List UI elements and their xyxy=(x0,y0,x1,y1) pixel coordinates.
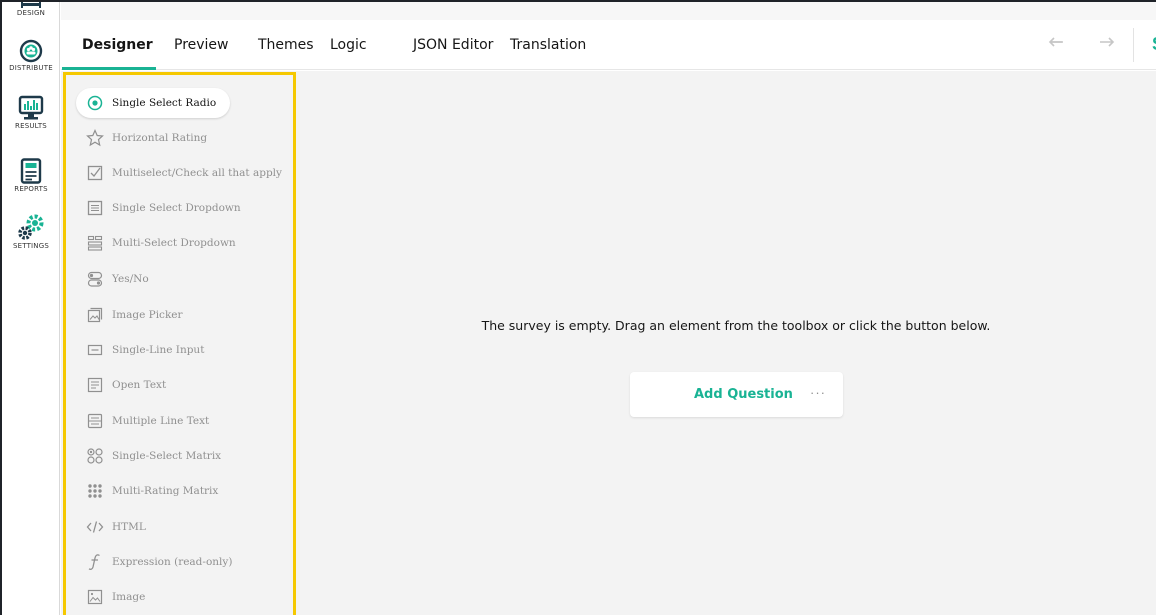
reports-icon xyxy=(20,158,42,184)
comment-icon xyxy=(86,376,104,394)
image-icon xyxy=(86,588,104,606)
tab-themes[interactable]: Themes xyxy=(258,20,314,70)
toolbox-item-label: Multiple Line Text xyxy=(112,415,210,427)
toolbox-item-label: Multi-Rating Matrix xyxy=(112,485,219,497)
toolbox-item-yes-no[interactable]: Yes/No xyxy=(76,264,149,294)
toolbox-item-label: Image Picker xyxy=(112,309,183,321)
toolbar-separator xyxy=(1133,28,1134,62)
toolbox-item-label: Single Select Dropdown xyxy=(112,202,241,214)
toolbox-item-open-text[interactable]: Open Text xyxy=(76,370,166,400)
toolbox-item-single-line-input[interactable]: Single-Line Input xyxy=(76,335,204,365)
radio-icon xyxy=(86,94,104,112)
nav-item-design[interactable]: DESIGN xyxy=(2,2,60,17)
tagbox-icon xyxy=(86,234,104,252)
tab-designer[interactable]: Designer xyxy=(82,20,153,70)
add-question-panel: Add Question ··· xyxy=(630,372,843,417)
nav-label-results: RESULTS xyxy=(15,122,47,130)
more-options-button[interactable]: ··· xyxy=(810,372,826,414)
toggle-icon xyxy=(86,270,104,288)
toolbox-item-single-select-dropdown[interactable]: Single Select Dropdown xyxy=(76,193,241,223)
multiple-text-icon xyxy=(86,412,104,430)
image-picker-icon xyxy=(86,306,104,324)
toolbox-item-multi-select-dropdown[interactable]: Multi-Select Dropdown xyxy=(76,228,236,258)
app-navigation: DESIGN DISTRIBUTE RESULTS REPORTS SETTIN… xyxy=(2,2,60,615)
nav-item-distribute[interactable]: DISTRIBUTE xyxy=(2,39,60,72)
toolbox-item-label: Single-Select Matrix xyxy=(112,450,222,462)
nav-item-results[interactable]: RESULTS xyxy=(2,95,60,130)
toolbox-item-horizontal-rating[interactable]: Horizontal Rating xyxy=(76,123,207,153)
toolbox-item-label: Single-Line Input xyxy=(112,344,205,356)
toolbox-item-multiselect[interactable]: Multiselect/Check all that apply xyxy=(76,158,282,188)
design-canvas: The survey is empty. Drag an element fro… xyxy=(296,71,1156,615)
add-question-button[interactable]: Add Question xyxy=(694,372,793,417)
dropdown-icon xyxy=(86,199,104,217)
nav-item-reports[interactable]: REPORTS xyxy=(2,158,60,193)
nav-label-distribute: DISTRIBUTE xyxy=(9,64,53,72)
toolbar-overflow-glyph[interactable]: S xyxy=(1152,34,1156,55)
tab-translation[interactable]: Translation xyxy=(510,20,586,70)
top-strip xyxy=(61,2,1156,20)
matrix-dropdown-icon xyxy=(86,482,104,500)
distribute-icon xyxy=(19,39,43,63)
tab-bar: Designer Preview Themes Logic JSON Edito… xyxy=(61,20,1156,70)
nav-label-settings: SETTINGS xyxy=(12,242,50,250)
expression-icon xyxy=(86,553,104,571)
toolbox-item-html[interactable]: HTML xyxy=(76,512,146,542)
toolbox-item-label: Expression (read-only) xyxy=(112,556,233,568)
tab-logic[interactable]: Logic xyxy=(330,20,367,70)
matrix-icon xyxy=(86,447,104,465)
tab-preview[interactable]: Preview xyxy=(174,20,229,70)
toolbox-item-single-select-matrix[interactable]: Single-Select Matrix xyxy=(76,441,221,471)
checkbox-icon xyxy=(86,164,104,182)
toolbox-item-label: Open Text xyxy=(112,379,167,391)
nav-label-design: DESIGN xyxy=(16,9,46,17)
nav-label-reports: REPORTS xyxy=(14,185,48,193)
toolbox-item-multi-rating-matrix[interactable]: Multi-Rating Matrix xyxy=(76,476,218,506)
star-icon xyxy=(86,129,104,147)
redo-icon[interactable] xyxy=(1093,35,1115,51)
active-tab-indicator xyxy=(62,67,156,70)
toolbox-item-expression[interactable]: Expression (read-only) xyxy=(76,547,232,577)
toolbox-item-label: Multi-Select Dropdown xyxy=(112,237,236,249)
toolbox-item-label: Yes/No xyxy=(112,273,149,285)
text-input-icon xyxy=(86,341,104,359)
toolbox-item-label: Single Select Radio xyxy=(112,97,217,109)
toolbox-item-image-picker[interactable]: Image Picker xyxy=(76,300,183,330)
toolbox-item-multiple-line-text[interactable]: Multiple Line Text xyxy=(76,406,209,436)
html-icon xyxy=(86,518,104,536)
toolbox-item-label: Horizontal Rating xyxy=(112,132,208,144)
empty-survey-message: The survey is empty. Drag an element fro… xyxy=(481,318,991,333)
toolbox-item-single-select-radio[interactable]: Single Select Radio xyxy=(76,88,231,118)
toolbox-item-label: Multiselect/Check all that apply xyxy=(112,167,282,179)
tab-json-editor[interactable]: JSON Editor xyxy=(413,20,493,70)
nav-item-settings[interactable]: SETTINGS xyxy=(2,213,60,250)
toolbox-item-image[interactable]: Image xyxy=(76,582,145,612)
toolbox-item-label: HTML xyxy=(112,521,146,533)
results-icon xyxy=(18,95,44,120)
toolbox-item-label: Image xyxy=(112,591,146,603)
undo-icon[interactable] xyxy=(1048,35,1070,51)
settings-icon xyxy=(18,214,44,240)
design-icon xyxy=(21,2,41,8)
